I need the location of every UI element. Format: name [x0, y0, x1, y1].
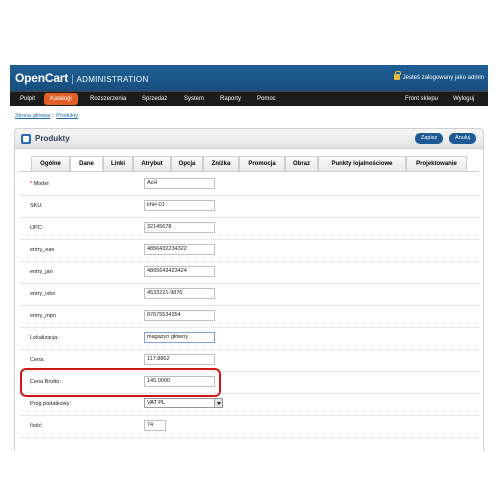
ean-label: entry_ean — [30, 247, 55, 253]
price-input[interactable]: 117.8862 — [144, 354, 215, 365]
top-header: OpenCart | ADMINISTRATION Jesteś zalogowan… — [10, 65, 488, 91]
tab-linki[interactable]: Linki — [103, 156, 133, 171]
breadcrumb-separator: :: — [51, 113, 55, 119]
price-label: Cena: — [30, 357, 45, 363]
form-row-isbn: entry_isbn 4533221-9876 — [20, 284, 480, 306]
app-logo[interactable]: OpenCart | ADMINISTRATION — [15, 71, 149, 85]
form-row-location: Lokalizacja: magazyn główny — [20, 328, 480, 350]
tab-znizka[interactable]: Zniżka — [203, 156, 239, 171]
sku-input[interactable]: khH-01 — [144, 200, 215, 211]
mpn-input[interactable]: 87675534354 — [144, 310, 215, 321]
logged-in-text: Jesteś zalogowany jako admin — [402, 75, 484, 81]
breadcrumb-current[interactable]: Produkty — [56, 113, 78, 119]
save-button[interactable]: Zapisz — [415, 133, 444, 144]
breadcrumb-home[interactable]: Strona główna — [15, 113, 50, 119]
form-row-ean: entry_ean 4856432234322 — [20, 240, 480, 262]
isbn-input[interactable]: 4533221-9876 — [144, 288, 215, 299]
lock-icon — [393, 71, 401, 80]
quantity-label: Ilość: — [30, 423, 43, 429]
quantity-input[interactable]: 74 — [144, 420, 166, 431]
dropdown-arrow-icon[interactable] — [214, 399, 222, 407]
brand-name: OpenCart — [15, 71, 69, 85]
tab-divider — [19, 171, 479, 172]
brand-separator: | — [71, 74, 74, 85]
tab-punkty-lojalnosciowe[interactable]: Punkty lojalnościowe — [318, 156, 406, 171]
upc-input[interactable]: 32145678 — [144, 222, 215, 233]
tab-atrybut[interactable]: Atrybut — [133, 156, 171, 171]
model-label-text: Model — [33, 181, 49, 187]
menu-item-wyloguj[interactable]: Wyloguj — [447, 92, 480, 106]
mpn-label: entry_mpn — [30, 313, 56, 319]
logged-in-status: Jesteś zalogowany jako admin — [393, 71, 484, 81]
menu-item-sprzedaz[interactable]: Sprzedaż — [136, 92, 173, 106]
tax-class-value: VAT PL — [147, 400, 166, 406]
gross-price-highlight — [20, 368, 221, 397]
menu-item-front-sklepu[interactable]: Front sklepu — [399, 92, 444, 106]
menu-item-raporty[interactable]: Raporty — [214, 92, 247, 106]
jan-input[interactable]: 4865643423424 — [144, 266, 215, 277]
sku-label: SKU: — [30, 203, 43, 209]
model-label: * Model — [30, 181, 49, 187]
tab-projektowanie[interactable]: Projektowanie — [406, 156, 467, 171]
admin-label: ADMINISTRATION — [76, 75, 149, 84]
form-row-upc: UPC: 32145678 — [20, 218, 480, 240]
menu-item-rozszerzenia[interactable]: Rozszerzenia — [84, 92, 132, 106]
form-row-quantity: Ilość: 74 — [20, 416, 480, 438]
location-input[interactable]: magazyn główny — [144, 332, 215, 343]
form-row-tax-class: Próg podatkowy: VAT PL — [20, 394, 480, 416]
breadcrumb: Strona główna :: Produkty — [15, 113, 78, 119]
tab-dane[interactable]: Dane — [70, 156, 103, 172]
panel-heading: Produkty Zapisz Anuluj — [15, 129, 483, 149]
form-row-mpn: entry_mpn 87675534354 — [20, 306, 480, 328]
isbn-label: entry_isbn — [30, 291, 56, 297]
ean-input[interactable]: 4856432234322 — [144, 244, 215, 255]
product-panel: Produkty Zapisz Anuluj Ogólne Dane Linki… — [14, 128, 484, 451]
upc-label: UPC: — [30, 225, 44, 231]
product-icon — [21, 134, 31, 144]
tax-class-select[interactable]: VAT PL — [144, 398, 223, 408]
cancel-button[interactable]: Anuluj — [449, 133, 477, 144]
tab-ogolne[interactable]: Ogólne — [31, 156, 70, 171]
model-input[interactable]: AcH — [144, 178, 215, 189]
location-label: Lokalizacja: — [30, 335, 59, 341]
opencart-admin-window: OpenCart | ADMINISTRATION Jesteś zalogowan… — [10, 65, 488, 451]
menu-item-system[interactable]: System — [178, 92, 210, 106]
form-row-model: * Model AcH — [20, 174, 480, 196]
form-row-jan: entry_jan 4865643423424 — [20, 262, 480, 284]
menu-item-katalogi[interactable]: Katalogi — [44, 93, 78, 105]
form-row-sku: SKU: khH-01 — [20, 196, 480, 218]
jan-label: entry_jan — [30, 269, 53, 275]
menu-item-pulpit[interactable]: Pulpit — [14, 92, 41, 106]
tab-promocja[interactable]: Promocja — [239, 156, 285, 171]
page-title: Produkty — [35, 134, 70, 143]
tab-obraz[interactable]: Obraz — [285, 156, 318, 171]
main-menu: Pulpit Katalogi Rozszerzenia Sprzedaż Sy… — [10, 91, 488, 106]
menu-item-pomoc[interactable]: Pomoc — [251, 92, 282, 106]
tab-opcja[interactable]: Opcja — [171, 156, 203, 171]
tax-class-label: Próg podatkowy: — [30, 401, 71, 407]
